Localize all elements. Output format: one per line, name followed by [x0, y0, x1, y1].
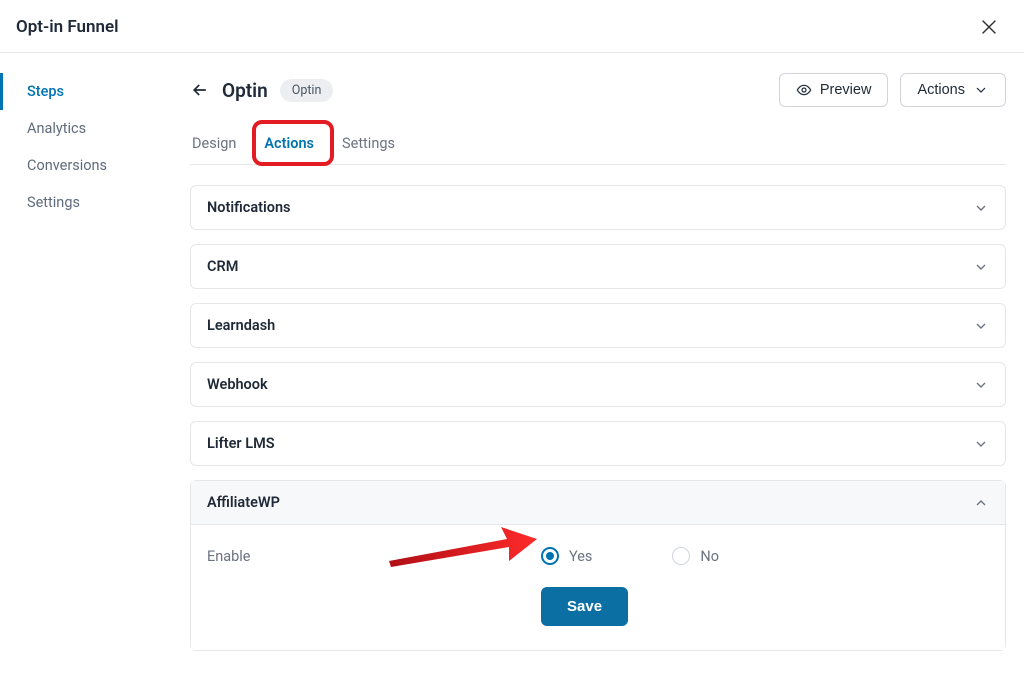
preview-button[interactable]: Preview — [779, 73, 889, 107]
save-button[interactable]: Save — [541, 587, 628, 626]
tabs: Design Actions Settings — [190, 129, 1006, 165]
sidebar-item-conversions[interactable]: Conversions — [0, 147, 164, 184]
radio-no-label: No — [700, 548, 719, 565]
radio-yes-label: Yes — [569, 548, 592, 565]
eye-icon — [796, 82, 812, 98]
close-icon[interactable] — [978, 16, 1000, 38]
chevron-down-icon — [973, 82, 989, 98]
back-arrow-icon[interactable] — [190, 80, 210, 100]
chevron-up-icon — [973, 495, 989, 511]
sidebar-item-analytics[interactable]: Analytics — [0, 110, 164, 147]
chevron-down-icon — [973, 259, 989, 275]
actions-label: Actions — [917, 82, 965, 98]
modal-title: Opt-in Funnel — [16, 17, 119, 37]
tab-actions[interactable]: Actions — [262, 129, 316, 164]
sidebar-item-settings[interactable]: Settings — [0, 184, 164, 221]
accordion-title: AffiliateWP — [207, 494, 280, 511]
accordion-title: Lifter LMS — [207, 435, 275, 452]
radio-icon-unselected — [672, 547, 690, 565]
radio-no[interactable]: No — [672, 547, 719, 565]
sidebar-item-steps[interactable]: Steps — [0, 73, 164, 110]
accordion-learndash[interactable]: Learndash — [190, 303, 1006, 348]
accordion-title: CRM — [207, 258, 238, 275]
accordion-affiliatewp: AffiliateWP Enable Yes No — [190, 480, 1006, 651]
actions-dropdown-button[interactable]: Actions — [900, 73, 1006, 107]
enable-label: Enable — [207, 548, 541, 565]
chevron-down-icon — [973, 200, 989, 216]
radio-yes[interactable]: Yes — [541, 547, 592, 565]
accordion-crm[interactable]: CRM — [190, 244, 1006, 289]
chevron-down-icon — [973, 377, 989, 393]
accordion-notifications[interactable]: Notifications — [190, 185, 1006, 230]
accordion-lifter-lms[interactable]: Lifter LMS — [190, 421, 1006, 466]
page-title: Optin — [222, 79, 268, 102]
accordion-title: Learndash — [207, 317, 275, 334]
chevron-down-icon — [973, 318, 989, 334]
radio-icon-selected — [541, 547, 559, 565]
preview-label: Preview — [820, 82, 872, 98]
step-type-badge: Optin — [280, 79, 334, 102]
accordion-title: Notifications — [207, 199, 291, 216]
sidebar: Steps Analytics Conversions Settings — [0, 53, 164, 685]
chevron-down-icon — [973, 436, 989, 452]
accordion-title: Webhook — [207, 376, 268, 393]
tab-settings[interactable]: Settings — [340, 129, 397, 164]
tab-design[interactable]: Design — [190, 129, 238, 164]
accordion-webhook[interactable]: Webhook — [190, 362, 1006, 407]
accordion-affiliatewp-header[interactable]: AffiliateWP — [191, 481, 1005, 525]
